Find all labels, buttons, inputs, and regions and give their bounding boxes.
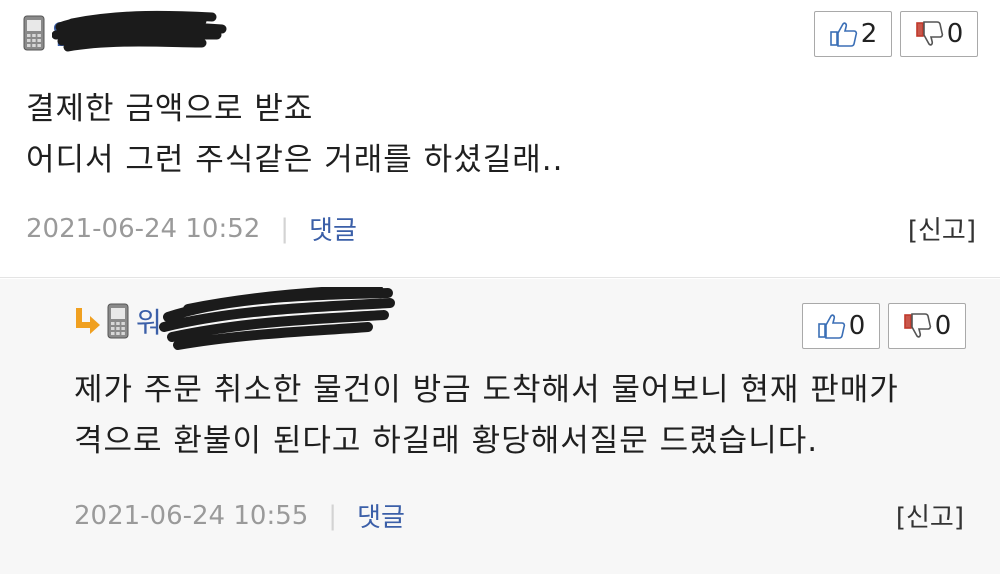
thumbs-up-icon	[817, 314, 845, 339]
comment-line: 제가 주문 취소한 물건이 방금 도착해서 물어보니 현재 판매가	[74, 372, 899, 408]
like-button[interactable]: 2	[814, 11, 892, 57]
mobile-phone-icon	[106, 303, 130, 339]
like-count: 2	[860, 19, 878, 49]
reply-link[interactable]: 댓글	[309, 210, 357, 247]
dislike-button[interactable]: 0	[888, 303, 966, 349]
author-name[interactable]: 워	[136, 301, 172, 341]
comment-item: 임 2 0 결제한 금액으로 받죠 어디서 그런 주식같은 거래를 하셨길래..…	[0, 0, 1000, 278]
comment-meta: 2021-06-24 10:55 | 댓글	[74, 497, 405, 534]
comment-author: 임	[22, 10, 227, 53]
comment-line: 결제한 금액으로 받죠	[26, 91, 314, 127]
dislike-count: 0	[934, 311, 952, 341]
report-link[interactable]: [신고]	[896, 497, 964, 534]
comment-meta: 2021-06-24 10:52 | 댓글	[26, 210, 357, 247]
dislike-count: 0	[946, 19, 964, 49]
meta-separator: |	[280, 213, 290, 244]
comment-line: 어디서 그런 주식같은 거래를 하셨길래..	[26, 142, 564, 178]
comment-line: 격으로 환불이 된다고 하길래 황당해서질문 드렸습니다.	[74, 423, 819, 459]
reply-link[interactable]: 댓글	[357, 497, 405, 534]
redaction-scribble	[159, 287, 395, 350]
dislike-button[interactable]: 0	[900, 11, 978, 57]
reply-arrow-icon	[72, 306, 102, 336]
comment-body: 결제한 금액으로 받죠 어디서 그런 주식같은 거래를 하셨길래..	[26, 84, 563, 186]
vote-buttons: 0 0	[802, 303, 966, 349]
mobile-phone-icon	[22, 15, 46, 51]
timestamp: 2021-06-24 10:55	[74, 500, 309, 531]
thumbs-up-icon	[829, 22, 857, 47]
meta-separator: |	[328, 500, 338, 531]
reply-comment-item: 워 0 0 제가 주문 취소한 물건이 방금 도착해서 물어보니 현재 판매가 …	[0, 279, 1000, 574]
report-link[interactable]: [신고]	[908, 210, 976, 247]
like-count: 0	[848, 311, 866, 341]
comment-author: 워	[72, 287, 395, 350]
timestamp: 2021-06-24 10:52	[26, 213, 261, 244]
thumbs-down-icon	[915, 21, 943, 46]
comment-body: 제가 주문 취소한 물건이 방금 도착해서 물어보니 현재 판매가 격으로 환불…	[74, 365, 899, 467]
thumbs-down-icon	[903, 313, 931, 338]
like-button[interactable]: 0	[802, 303, 880, 349]
author-name[interactable]: 임	[52, 13, 88, 53]
vote-buttons: 2 0	[814, 11, 978, 57]
